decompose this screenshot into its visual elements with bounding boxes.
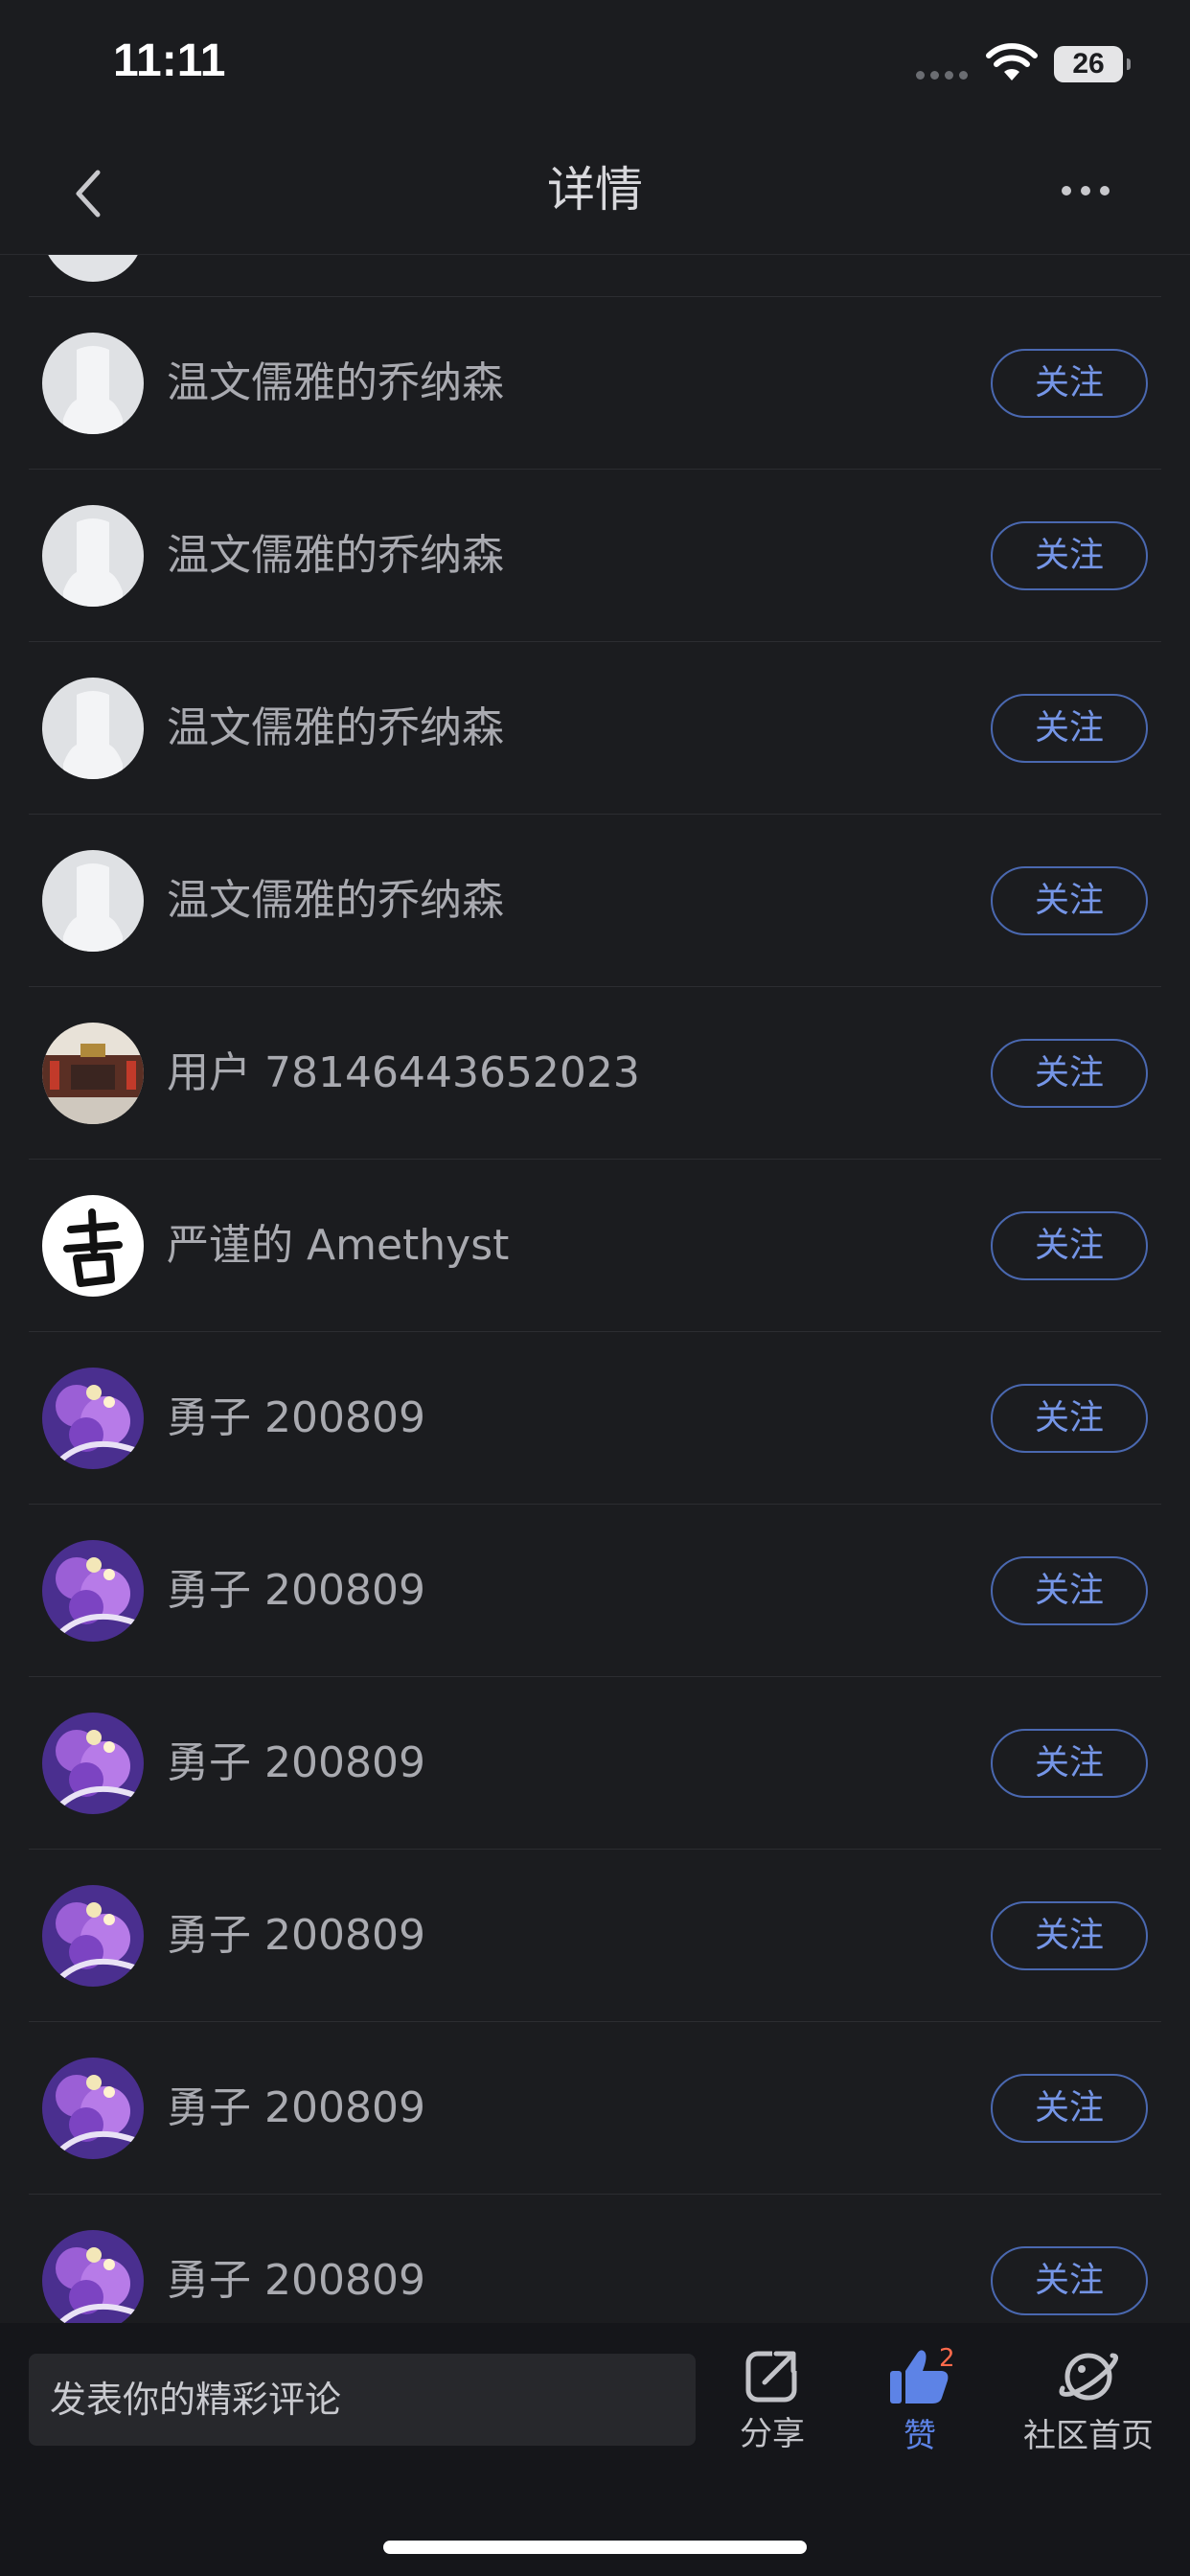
planet-icon	[1059, 2353, 1118, 2401]
like-label: 赞	[904, 2417, 936, 2455]
share-icon	[745, 2348, 799, 2403]
wifi-icon	[986, 43, 1038, 80]
follow-button[interactable]: 关注	[991, 694, 1148, 763]
list-item[interactable]: 温文儒雅的乔纳森 关注	[29, 297, 1161, 470]
follow-button[interactable]: 关注	[991, 521, 1148, 590]
list-item[interactable]: 勇子 200809 关注	[29, 2022, 1161, 2195]
default-avatar-icon[interactable]	[42, 505, 144, 607]
like-button[interactable]: 2 赞	[880, 2344, 960, 2456]
follow-button[interactable]: 关注	[991, 1901, 1148, 1970]
status-time: 11:11	[113, 35, 226, 86]
list-item[interactable]: 温文儒雅的乔纳森 关注	[29, 642, 1161, 815]
avatar[interactable]	[42, 1885, 144, 1987]
user-name[interactable]: 勇子 200809	[167, 1677, 425, 1850]
default-avatar-icon[interactable]	[42, 850, 144, 952]
list-item[interactable]: 严谨的 Amethyst 关注	[29, 1160, 1161, 1332]
list-item[interactable]: 温文儒雅的乔纳森 关注	[29, 815, 1161, 987]
user-name[interactable]: 温文儒雅的乔纳森	[167, 642, 504, 815]
list-item[interactable]: 用户 78146443652023 关注	[29, 987, 1161, 1160]
list-item[interactable]: 勇子 200809 关注	[29, 1332, 1161, 1505]
user-name[interactable]: 勇子 200809	[167, 2195, 425, 2323]
avatar	[42, 255, 144, 282]
follow-button[interactable]: 关注	[991, 349, 1148, 418]
user-name[interactable]: 勇子 200809	[167, 1505, 425, 1677]
user-name[interactable]: 勇子 200809	[167, 2022, 425, 2195]
user-name[interactable]: 勇子 200809	[167, 1850, 425, 2022]
follow-button[interactable]: 关注	[991, 2074, 1148, 2143]
list-item[interactable]: 勇子 200809 关注	[29, 2195, 1161, 2323]
user-name[interactable]: 严谨的 Amethyst	[167, 1160, 509, 1332]
liked-users-list: 温文儒雅的乔纳森 关注 温文儒雅的乔纳森 关注 温文儒雅的乔纳森 关注 温文儒雅的乔纳森 关注…	[0, 255, 1190, 2323]
list-item[interactable]: 温文儒雅的乔纳森 关注	[29, 470, 1161, 642]
list-item[interactable]: 勇子 200809 关注	[29, 1505, 1161, 1677]
avatar[interactable]	[42, 1023, 144, 1124]
follow-button[interactable]: 关注	[991, 2246, 1148, 2315]
user-name[interactable]: 温文儒雅的乔纳森	[167, 470, 504, 642]
community-home-label: 社区首页	[1023, 2417, 1154, 2455]
status-bar: 11:11 26	[0, 0, 1190, 134]
list-item	[29, 255, 1161, 297]
follow-button[interactable]: 关注	[991, 1556, 1148, 1625]
follow-button[interactable]: 关注	[991, 1729, 1148, 1798]
user-name[interactable]: 勇子 200809	[167, 1332, 425, 1505]
battery-icon: 26	[1054, 46, 1131, 82]
list-item[interactable]: 勇子 200809 关注	[29, 1677, 1161, 1850]
user-name[interactable]: 温文儒雅的乔纳森	[167, 297, 504, 470]
follow-button[interactable]: 关注	[991, 1211, 1148, 1280]
like-count-badge: 2	[939, 2344, 955, 2373]
follow-button[interactable]: 关注	[991, 866, 1148, 935]
user-name[interactable]: 温文儒雅的乔纳森	[167, 815, 504, 987]
share-label: 分享	[740, 2415, 805, 2453]
more-options-icon[interactable]	[1062, 186, 1110, 196]
default-avatar-icon[interactable]	[42, 678, 144, 779]
avatar[interactable]	[42, 2230, 144, 2323]
default-avatar-icon[interactable]	[42, 333, 144, 434]
cellular-signal-icon	[916, 71, 968, 80]
follow-button[interactable]: 关注	[991, 1384, 1148, 1453]
avatar[interactable]	[42, 2058, 144, 2159]
avatar[interactable]	[42, 1540, 144, 1642]
home-indicator	[383, 2541, 807, 2554]
avatar[interactable]	[42, 1713, 144, 1814]
share-button[interactable]: 分享	[732, 2346, 812, 2454]
user-name[interactable]: 用户 78146443652023	[167, 987, 640, 1160]
follow-button[interactable]: 关注	[991, 1039, 1148, 1108]
avatar[interactable]	[42, 1368, 144, 1469]
page-title: 详情	[547, 162, 643, 218]
community-home-button[interactable]: 社区首页	[1023, 2346, 1154, 2456]
list-item[interactable]: 勇子 200809 关注	[29, 1850, 1161, 2022]
comment-input[interactable]: 发表你的精彩评论	[29, 2354, 696, 2446]
navigation-bar: 详情	[0, 134, 1190, 255]
bottom-action-bar: 发表你的精彩评论 分享 2 赞 社区首页	[0, 2323, 1190, 2576]
avatar[interactable]	[42, 1195, 144, 1297]
